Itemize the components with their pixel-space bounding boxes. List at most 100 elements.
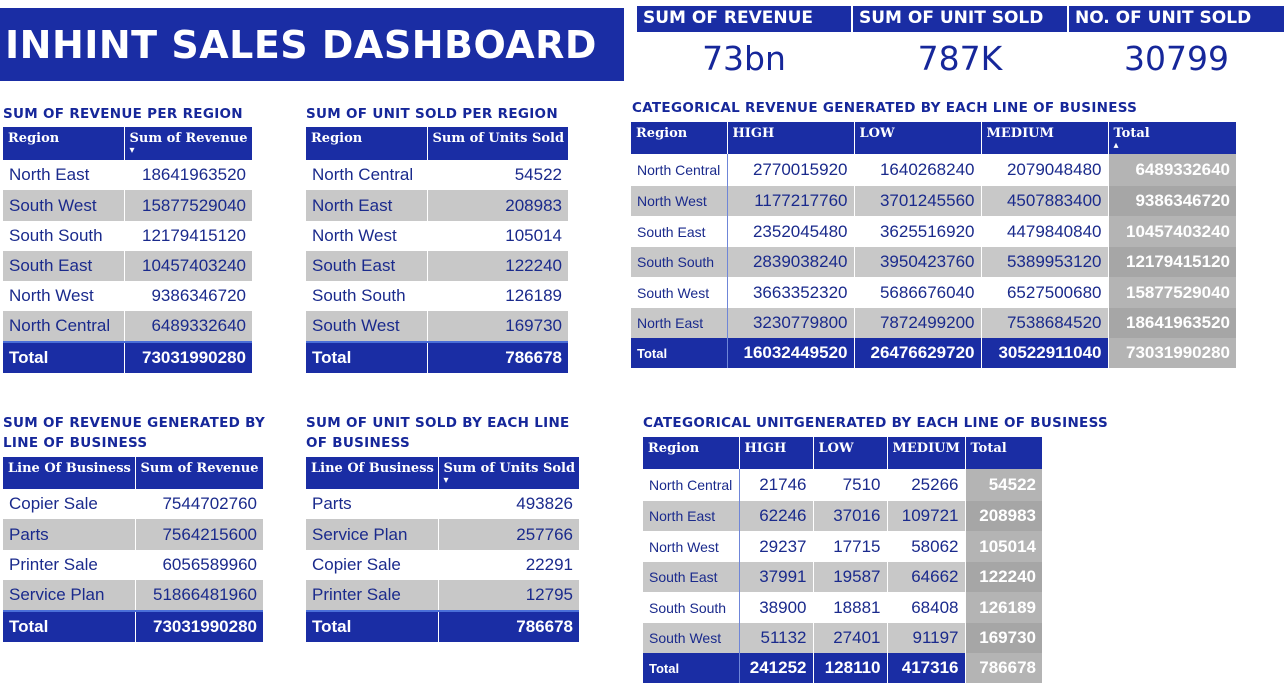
low-cell: 18881 — [813, 592, 888, 623]
column-header-low[interactable]: LOW — [813, 437, 888, 469]
matrix-row[interactable]: South East 37991 19587 64662 122240 — [643, 562, 1042, 592]
total-cell: 105014 — [965, 531, 1042, 562]
total-value: 786678 — [427, 341, 568, 373]
table-row[interactable]: North West 105014 — [306, 221, 568, 251]
revenue-by-lob-title: SUM OF REVENUE GENERATED BY LINE OF BUSI… — [3, 413, 265, 453]
revenue-cell: 7544702760 — [135, 489, 263, 519]
region-cell: South East — [306, 251, 428, 281]
revenue-cell: 18641963520 — [124, 160, 252, 190]
region-cell: North West — [631, 186, 728, 216]
matrix-row[interactable]: North Central 21746 7510 25266 54522 — [643, 469, 1042, 501]
column-header-medium[interactable]: MEDIUM — [887, 437, 966, 469]
low-total: 26476629720 — [854, 338, 982, 368]
table-row[interactable]: Printer Sale 6056589960 — [3, 550, 263, 580]
kpi-card-revenue[interactable]: SUM OF REVENUE 73bn — [637, 6, 851, 84]
matrix-row[interactable]: South South 2839038240 3950423760 538995312… — [631, 247, 1236, 277]
table-row[interactable]: Copier Sale 22291 — [306, 550, 579, 580]
column-header-high[interactable]: HIGH — [727, 122, 855, 154]
column-header-line-of-business[interactable]: Line Of Business — [306, 457, 439, 489]
column-header-high[interactable]: HIGH — [739, 437, 814, 469]
table-row[interactable]: North East 18641963520 — [3, 160, 252, 190]
region-cell: South South — [631, 247, 728, 277]
matrix-row[interactable]: North West 1177217760 3701245560 4507883400… — [631, 186, 1236, 216]
low-cell: 5686676040 — [854, 277, 982, 308]
column-header-sum-of-units-sold[interactable]: Sum of Units Sold — [427, 127, 568, 160]
table-row[interactable]: North East 208983 — [306, 190, 568, 221]
column-header-region[interactable]: Region — [643, 437, 740, 469]
table-row[interactable]: South South 12179415120 — [3, 221, 252, 251]
units-cell: 126189 — [427, 281, 568, 311]
high-total: 16032449520 — [727, 338, 855, 368]
table-row[interactable]: Copier Sale 7544702760 — [3, 489, 263, 519]
total-row: Total 73031990280 — [3, 610, 263, 642]
table-row[interactable]: South West 15877529040 — [3, 190, 252, 221]
table-row[interactable]: Parts 493826 — [306, 489, 579, 519]
revenue-matrix-title: CATEGORICAL REVENUE GENERATED BY EACH LI… — [632, 100, 1138, 116]
units-by-lob-title: SUM OF UNIT SOLD BY EACH LINE OF BUSINES… — [306, 413, 570, 453]
revenue-cell: 12179415120 — [124, 221, 252, 251]
revenue-by-lob-table[interactable]: Line Of Business Sum of Revenue Copier S… — [3, 457, 263, 642]
kpi-card-units[interactable]: SUM OF UNIT SOLD 787K — [853, 6, 1067, 84]
column-header-sum-of-units-sold[interactable]: Sum of Units Sold — [438, 457, 579, 489]
total-label: Total — [306, 610, 439, 642]
column-header-total[interactable]: Total — [965, 437, 1042, 469]
lob-cell: Parts — [3, 519, 136, 550]
matrix-row[interactable]: South South 38900 18881 68408 126189 — [643, 592, 1042, 623]
table-row[interactable]: North Central 6489332640 — [3, 311, 252, 342]
table-row[interactable]: North West 9386346720 — [3, 281, 252, 311]
units-by-lob-table[interactable]: Line Of Business Sum of Units Sold Parts… — [306, 457, 579, 642]
table-row[interactable]: South West 169730 — [306, 311, 568, 342]
column-header-total[interactable]: Total — [1108, 122, 1236, 154]
matrix-row[interactable]: South East 2352045480 3625516920 4479840840… — [631, 216, 1236, 247]
region-cell: North East — [3, 160, 125, 190]
low-cell: 7510 — [813, 469, 888, 501]
kpi-card-unit-count[interactable]: NO. OF UNIT SOLD 30799 — [1069, 6, 1284, 84]
region-cell: South South — [3, 221, 125, 251]
column-header-label: Sum of Units Sold — [443, 461, 576, 476]
total-cell: 6489332640 — [1108, 154, 1236, 186]
column-header-region[interactable]: Region — [631, 122, 728, 154]
lob-cell: Copier Sale — [306, 550, 439, 580]
matrix-row[interactable]: North Central 2770015920 1640268240 2079048… — [631, 154, 1236, 186]
total-cell: 169730 — [965, 623, 1042, 653]
table-row[interactable]: Service Plan 51866481960 — [3, 580, 263, 611]
table-row[interactable]: North Central 54522 — [306, 160, 568, 190]
column-header-line-of-business[interactable]: Line Of Business — [3, 457, 136, 489]
revenue-by-region-table[interactable]: Region Sum of Revenue North East18641963… — [3, 127, 252, 373]
kpi-label: NO. OF UNIT SOLD — [1069, 6, 1284, 32]
table-row[interactable]: Printer Sale 12795 — [306, 580, 579, 611]
medium-cell: 109721 — [887, 501, 966, 531]
matrix-row[interactable]: North East 62246 37016 109721 208983 — [643, 501, 1042, 531]
region-cell: North East — [631, 308, 728, 338]
table-row[interactable]: South East 10457403240 — [3, 251, 252, 281]
column-header-region[interactable]: Region — [306, 127, 428, 160]
high-cell: 37991 — [739, 562, 814, 592]
matrix-row[interactable]: South West 3663352320 5686676040 6527500680… — [631, 277, 1236, 308]
unit-matrix-table[interactable]: Region HIGH LOW MEDIUM Total North Centr… — [643, 437, 1042, 683]
table-row[interactable]: South South 126189 — [306, 281, 568, 311]
matrix-row[interactable]: North West 29237 17715 58062 105014 — [643, 531, 1042, 562]
total-value: 73031990280 — [135, 610, 263, 642]
revenue-matrix-table[interactable]: Region HIGH LOW MEDIUM Total North Centr… — [631, 122, 1236, 368]
column-header-low[interactable]: LOW — [854, 122, 982, 154]
lob-cell: Parts — [306, 489, 439, 519]
column-header-medium[interactable]: MEDIUM — [981, 122, 1109, 154]
region-cell: North East — [306, 190, 428, 221]
total-label: Total — [3, 610, 136, 642]
table-row[interactable]: Parts 7564215600 — [3, 519, 263, 550]
medium-cell: 64662 — [887, 562, 966, 592]
revenue-cell: 10457403240 — [124, 251, 252, 281]
low-cell: 17715 — [813, 531, 888, 562]
medium-cell: 5389953120 — [981, 247, 1109, 277]
matrix-row[interactable]: South West 51132 27401 91197 169730 — [643, 623, 1042, 653]
column-header-sum-of-revenue[interactable]: Sum of Revenue — [124, 127, 252, 160]
matrix-row[interactable]: North East 3230779800 7872499200 7538684520… — [631, 308, 1236, 338]
total-row: Total 241252 128110 417316 786678 — [643, 653, 1042, 683]
table-row[interactable]: Service Plan 257766 — [306, 519, 579, 550]
table-row[interactable]: South East 122240 — [306, 251, 568, 281]
units-by-region-table[interactable]: Region Sum of Units Sold North Central 54… — [306, 127, 568, 373]
high-cell: 21746 — [739, 469, 814, 501]
kpi-value: 787K — [917, 39, 1003, 78]
column-header-sum-of-revenue[interactable]: Sum of Revenue — [135, 457, 263, 489]
column-header-region[interactable]: Region — [3, 127, 125, 160]
